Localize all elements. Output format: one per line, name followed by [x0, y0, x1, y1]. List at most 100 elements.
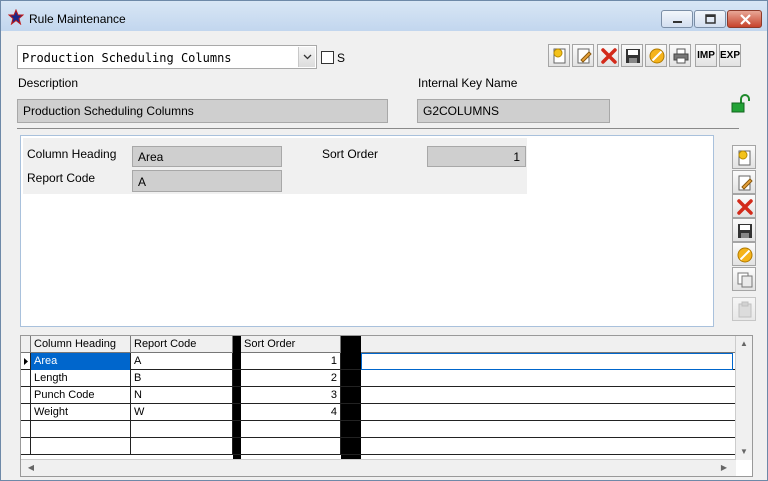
delete-x-icon: [737, 199, 753, 215]
cell-report-code[interactable]: W: [131, 404, 233, 421]
detail-panel: [20, 135, 714, 327]
minimize-icon: [673, 21, 682, 23]
report-code-field[interactable]: A: [132, 170, 282, 192]
maximize-button[interactable]: [694, 10, 726, 28]
cell-sort-order[interactable]: 4: [241, 404, 341, 421]
selected-row-outline: [361, 353, 733, 370]
sort-order-label: Sort Order: [322, 147, 379, 161]
rule-select[interactable]: Production Scheduling Columns: [17, 45, 317, 69]
copy-icon: [737, 272, 753, 288]
grid-header-selector: [21, 336, 31, 353]
new-document-icon: [738, 150, 751, 166]
table-row[interactable]: [21, 421, 736, 438]
cell-sort-order[interactable]: 1: [241, 353, 341, 370]
cell-column-heading[interactable]: [31, 421, 131, 438]
edit-button[interactable]: [572, 44, 594, 67]
side-edit-button[interactable]: [732, 170, 756, 194]
sort-order-field[interactable]: 1: [427, 146, 526, 167]
column-heading-field[interactable]: Area: [132, 146, 282, 167]
header-divider: [17, 128, 739, 129]
cell-sort-order[interactable]: 3: [241, 387, 341, 404]
app-star-icon: [8, 9, 24, 25]
paste-icon: [738, 301, 752, 318]
row-selector[interactable]: [21, 370, 31, 387]
title-bar: Rule Maintenance: [1, 1, 767, 31]
description-field[interactable]: Production Scheduling Columns: [17, 99, 388, 123]
rule-select-dropdown-button[interactable]: [298, 47, 315, 67]
cancel-circle-icon: [649, 48, 665, 64]
rule-select-value: Production Scheduling Columns: [22, 51, 232, 65]
grid-vertical-scrollbar[interactable]: ▲ ▼: [735, 336, 752, 460]
scroll-down-icon[interactable]: ▼: [736, 444, 752, 460]
cell-report-code[interactable]: A: [131, 353, 233, 370]
report-code-label: Report Code: [27, 171, 96, 185]
cell-column-heading[interactable]: Area: [31, 353, 131, 370]
print-button[interactable]: [669, 44, 691, 67]
save-button[interactable]: [621, 44, 643, 67]
row-selector[interactable]: [21, 404, 31, 421]
side-cancel-button[interactable]: [732, 242, 756, 266]
row-selector[interactable]: [21, 421, 31, 438]
cancel-button[interactable]: [645, 44, 667, 67]
cell-report-code[interactable]: B: [131, 370, 233, 387]
columns-grid[interactable]: Column Heading Report Code Sort Order Ar…: [20, 335, 753, 477]
cell-column-heading[interactable]: [31, 438, 131, 455]
row-selector[interactable]: [21, 438, 31, 455]
internal-key-field[interactable]: G2COLUMNS: [417, 99, 610, 123]
window-title: Rule Maintenance: [29, 12, 126, 26]
current-row-arrow-icon: [24, 358, 28, 365]
new-document-icon: [553, 48, 566, 64]
export-button[interactable]: EXP: [719, 44, 741, 67]
maximize-icon: [705, 14, 716, 24]
row-current-indicator[interactable]: [21, 353, 31, 370]
table-row[interactable]: Punch Code N 3: [21, 387, 736, 404]
grid-horizontal-scrollbar[interactable]: ◀ ▶: [21, 459, 736, 476]
save-disk-icon: [626, 49, 640, 63]
save-disk-icon: [738, 224, 752, 238]
side-save-button[interactable]: [732, 218, 756, 242]
close-icon: [740, 14, 751, 25]
import-button[interactable]: IMP: [695, 44, 717, 67]
cell-column-heading[interactable]: Length: [31, 370, 131, 387]
close-button[interactable]: [727, 10, 762, 28]
side-delete-button[interactable]: [732, 194, 756, 218]
delete-button[interactable]: [597, 44, 619, 67]
cell-sort-order[interactable]: [241, 438, 341, 455]
unlock-icon[interactable]: [730, 94, 750, 114]
s-checkbox[interactable]: [321, 51, 334, 64]
internal-key-label: Internal Key Name: [418, 76, 518, 90]
cell-column-heading[interactable]: Weight: [31, 404, 131, 421]
cancel-circle-icon: [737, 247, 753, 263]
cell-report-code[interactable]: [131, 438, 233, 455]
cell-sort-order[interactable]: [241, 421, 341, 438]
scroll-right-icon[interactable]: ▶: [716, 460, 732, 476]
side-paste-button[interactable]: [732, 297, 756, 321]
description-label: Description: [18, 76, 79, 90]
grid-header-column-heading[interactable]: Column Heading: [31, 336, 131, 353]
chevron-down-icon: [303, 54, 312, 60]
s-checkbox-label: S: [337, 51, 346, 65]
cell-report-code[interactable]: [131, 421, 233, 438]
table-row[interactable]: Weight W 4: [21, 404, 736, 421]
table-row[interactable]: [21, 438, 736, 455]
grid-header-report-code[interactable]: Report Code: [131, 336, 233, 353]
table-row[interactable]: Area A 1: [21, 353, 736, 370]
new-button[interactable]: [548, 44, 570, 67]
scroll-left-icon[interactable]: ◀: [23, 460, 39, 476]
side-new-button[interactable]: [732, 145, 756, 169]
cell-column-heading[interactable]: Punch Code: [31, 387, 131, 404]
grid-header-sort-order[interactable]: Sort Order: [241, 336, 341, 353]
scroll-up-icon[interactable]: ▲: [736, 336, 752, 352]
rule-maintenance-window: Rule Maintenance Production Scheduling C…: [0, 0, 768, 481]
minimize-button[interactable]: [661, 10, 693, 28]
table-row[interactable]: Length B 2: [21, 370, 736, 387]
printer-icon: [673, 48, 689, 64]
grid-header: Column Heading Report Code Sort Order: [21, 336, 736, 353]
row-selector[interactable]: [21, 387, 31, 404]
cell-sort-order[interactable]: 2: [241, 370, 341, 387]
side-copy-button[interactable]: [732, 267, 756, 291]
cell-report-code[interactable]: N: [131, 387, 233, 404]
edit-pencil-icon: [577, 48, 592, 64]
edit-pencil-icon: [738, 175, 753, 191]
delete-x-icon: [601, 48, 617, 64]
